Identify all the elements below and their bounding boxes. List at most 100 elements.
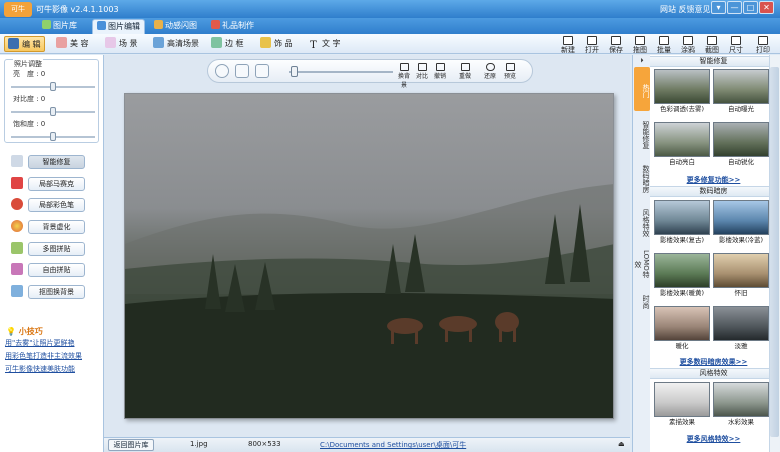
effect-thumbnail xyxy=(713,122,769,157)
tab-gift[interactable]: 礼品制作 xyxy=(207,19,258,34)
effect-thumbnail xyxy=(713,69,769,104)
minimize-button[interactable]: — xyxy=(727,1,742,14)
title-bar: 可牛 可牛影像 v2.4.1.1003 网站 反馈意见 ▾ — □ ✕ xyxy=(0,0,780,18)
smart-fix-button[interactable]: 智能修复 xyxy=(28,155,85,169)
contrast-knob[interactable] xyxy=(50,107,56,116)
change-background-button[interactable]: 换背景 xyxy=(396,63,412,89)
tool-beauty[interactable]: 美 容 xyxy=(56,36,89,52)
saturation-knob[interactable] xyxy=(50,132,56,141)
effect-thumbnail xyxy=(713,253,769,288)
vtab-smart-fix[interactable]: 智能修复 xyxy=(634,113,650,155)
eject-icon[interactable]: ⏏ xyxy=(618,440,625,448)
gift-icon xyxy=(211,20,220,29)
tool-text[interactable]: T文 字 xyxy=(308,36,340,52)
printer-icon xyxy=(758,36,768,45)
mosaic-button[interactable]: 局部马赛克 xyxy=(28,177,85,191)
rotate-button[interactable] xyxy=(215,64,229,78)
tip-link-2[interactable]: 用彩色笔打造非主流效果 xyxy=(5,351,82,361)
redo-button[interactable]: 重做 xyxy=(457,63,473,80)
drag-button[interactable]: 拖图 xyxy=(629,36,651,54)
effect-warming[interactable]: 暖化 xyxy=(654,306,710,352)
file-path[interactable]: C:\Documents and Settings\user\桌面\可牛 xyxy=(320,440,466,450)
actual-size-button[interactable] xyxy=(255,64,269,78)
effect-dehaze[interactable]: 色彩调透(去雾) xyxy=(654,69,710,115)
tip-link-3[interactable]: 可牛影像快速美肤功能 xyxy=(5,364,75,374)
tip-link-1[interactable]: 用"去雾"让照片更鲜艳 xyxy=(5,338,74,348)
vtab-style-effect[interactable]: 风格特效 xyxy=(634,201,650,243)
effect-nostalgia[interactable]: 怀旧 xyxy=(713,253,769,299)
effect-vintage[interactable]: 影楼效果(复古) xyxy=(654,200,710,246)
open-button[interactable]: 打开 xyxy=(581,36,603,54)
resize-button[interactable]: 尺寸 xyxy=(725,36,747,54)
more-style-link[interactable]: 更多风格特效>> xyxy=(650,434,777,444)
section-darkroom-header[interactable]: 数码暗房 xyxy=(650,186,777,197)
cutout-icon xyxy=(11,285,23,297)
save-button[interactable]: 保存 xyxy=(605,36,627,54)
floating-toolbar: 换背景 对比 撤销 重做 还原 预览 xyxy=(207,59,533,89)
tab-edit[interactable]: 图片编辑 xyxy=(92,19,145,34)
close-button[interactable]: ✕ xyxy=(759,1,774,14)
effect-sketch[interactable]: 素描效果 xyxy=(654,382,710,428)
brightness-knob[interactable] xyxy=(50,82,56,91)
drag-icon xyxy=(635,36,645,45)
collage-icon xyxy=(11,242,23,254)
batch-button[interactable]: 批量 xyxy=(653,36,675,54)
tool-scene[interactable]: 场 景 xyxy=(105,36,138,52)
folder-icon xyxy=(587,36,597,45)
effect-auto-sharpen[interactable]: 自动锐化 xyxy=(713,122,769,168)
crop-button[interactable]: 截图 xyxy=(701,36,723,54)
maximize-button[interactable]: □ xyxy=(743,1,758,14)
multi-collage-button[interactable]: 多图拼贴 xyxy=(28,242,85,256)
vtab-lomo[interactable]: LOMO特效 xyxy=(634,245,650,281)
zoom-knob[interactable] xyxy=(291,66,299,77)
tab-gallery[interactable]: 图片库 xyxy=(38,19,81,34)
effect-auto-exposure[interactable]: 自动曝光 xyxy=(713,69,769,115)
gallery-icon xyxy=(42,20,51,29)
tool-frame[interactable]: 边 框 xyxy=(211,36,244,52)
tab-flash[interactable]: 动感闪图 xyxy=(150,19,201,34)
effect-elegant[interactable]: 淡雅 xyxy=(713,306,769,352)
more-darkroom-link[interactable]: 更多数码暗房效果>> xyxy=(650,357,777,367)
vtab-hot[interactable]: 热门 xyxy=(634,67,650,111)
effect-auto-whiten[interactable]: 自动亮白 xyxy=(654,122,710,168)
effect-watercolor[interactable]: 水彩效果 xyxy=(713,382,769,428)
edit-icon xyxy=(8,38,19,49)
free-collage-button[interactable]: 自由拼贴 xyxy=(28,263,85,277)
compare-button[interactable]: 对比 xyxy=(414,63,430,80)
right-scrollbar-thumb[interactable] xyxy=(770,67,779,437)
zoom-slider[interactable] xyxy=(289,71,393,73)
vtab-darkroom[interactable]: 数码暗房 xyxy=(634,157,650,199)
smart-fix-icon xyxy=(11,155,23,167)
effect-cool-blue[interactable]: 影楼效果(冷蓝) xyxy=(713,200,769,246)
print-button[interactable]: 打印 xyxy=(752,36,774,54)
tool-accessory[interactable]: 饰 品 xyxy=(260,36,293,52)
section-smart-fix-header[interactable]: 智能修复 xyxy=(650,56,777,67)
effect-warm-yellow[interactable]: 影楼效果(暖黄) xyxy=(654,253,710,299)
section-style-header[interactable]: 风格特效 xyxy=(650,368,777,379)
effect-thumbnail xyxy=(654,306,710,341)
collapse-icon[interactable]: ⏵ xyxy=(634,57,650,65)
tool-edit[interactable]: 编 辑 xyxy=(4,36,45,52)
undo-button[interactable]: 撤销 xyxy=(432,63,448,80)
fit-screen-button[interactable] xyxy=(235,64,249,78)
preview-button[interactable]: 预览 xyxy=(502,63,518,80)
vtab-fashion[interactable]: 时尚 xyxy=(634,283,650,319)
cutout-button[interactable]: 抠图换背景 xyxy=(28,285,85,299)
new-file-icon xyxy=(563,36,573,45)
color-pen-button[interactable]: 局部彩色笔 xyxy=(28,198,85,212)
doodle-button[interactable]: 涂鸦 xyxy=(677,36,699,54)
edited-photo[interactable] xyxy=(124,93,614,419)
top-links[interactable]: 网站 反馈意见 xyxy=(660,4,711,15)
restore-button[interactable]: 还原 xyxy=(482,63,498,80)
skin-button[interactable]: ▾ xyxy=(711,1,726,14)
photo-adjust-title: 照片调整 xyxy=(13,59,43,69)
background-blur-button[interactable]: 背景虚化 xyxy=(28,220,85,234)
image-size: 800×533 xyxy=(248,440,281,448)
more-fix-link[interactable]: 更多修复功能>> xyxy=(650,175,777,185)
tool-hd-scene[interactable]: 高清场景 xyxy=(153,36,199,52)
doodle-icon xyxy=(683,36,693,45)
new-button[interactable]: 新建 xyxy=(557,36,579,54)
back-to-gallery-button[interactable]: 返回图片库 xyxy=(108,439,154,451)
effect-thumbnail xyxy=(654,69,710,104)
hd-scene-icon xyxy=(153,37,164,48)
